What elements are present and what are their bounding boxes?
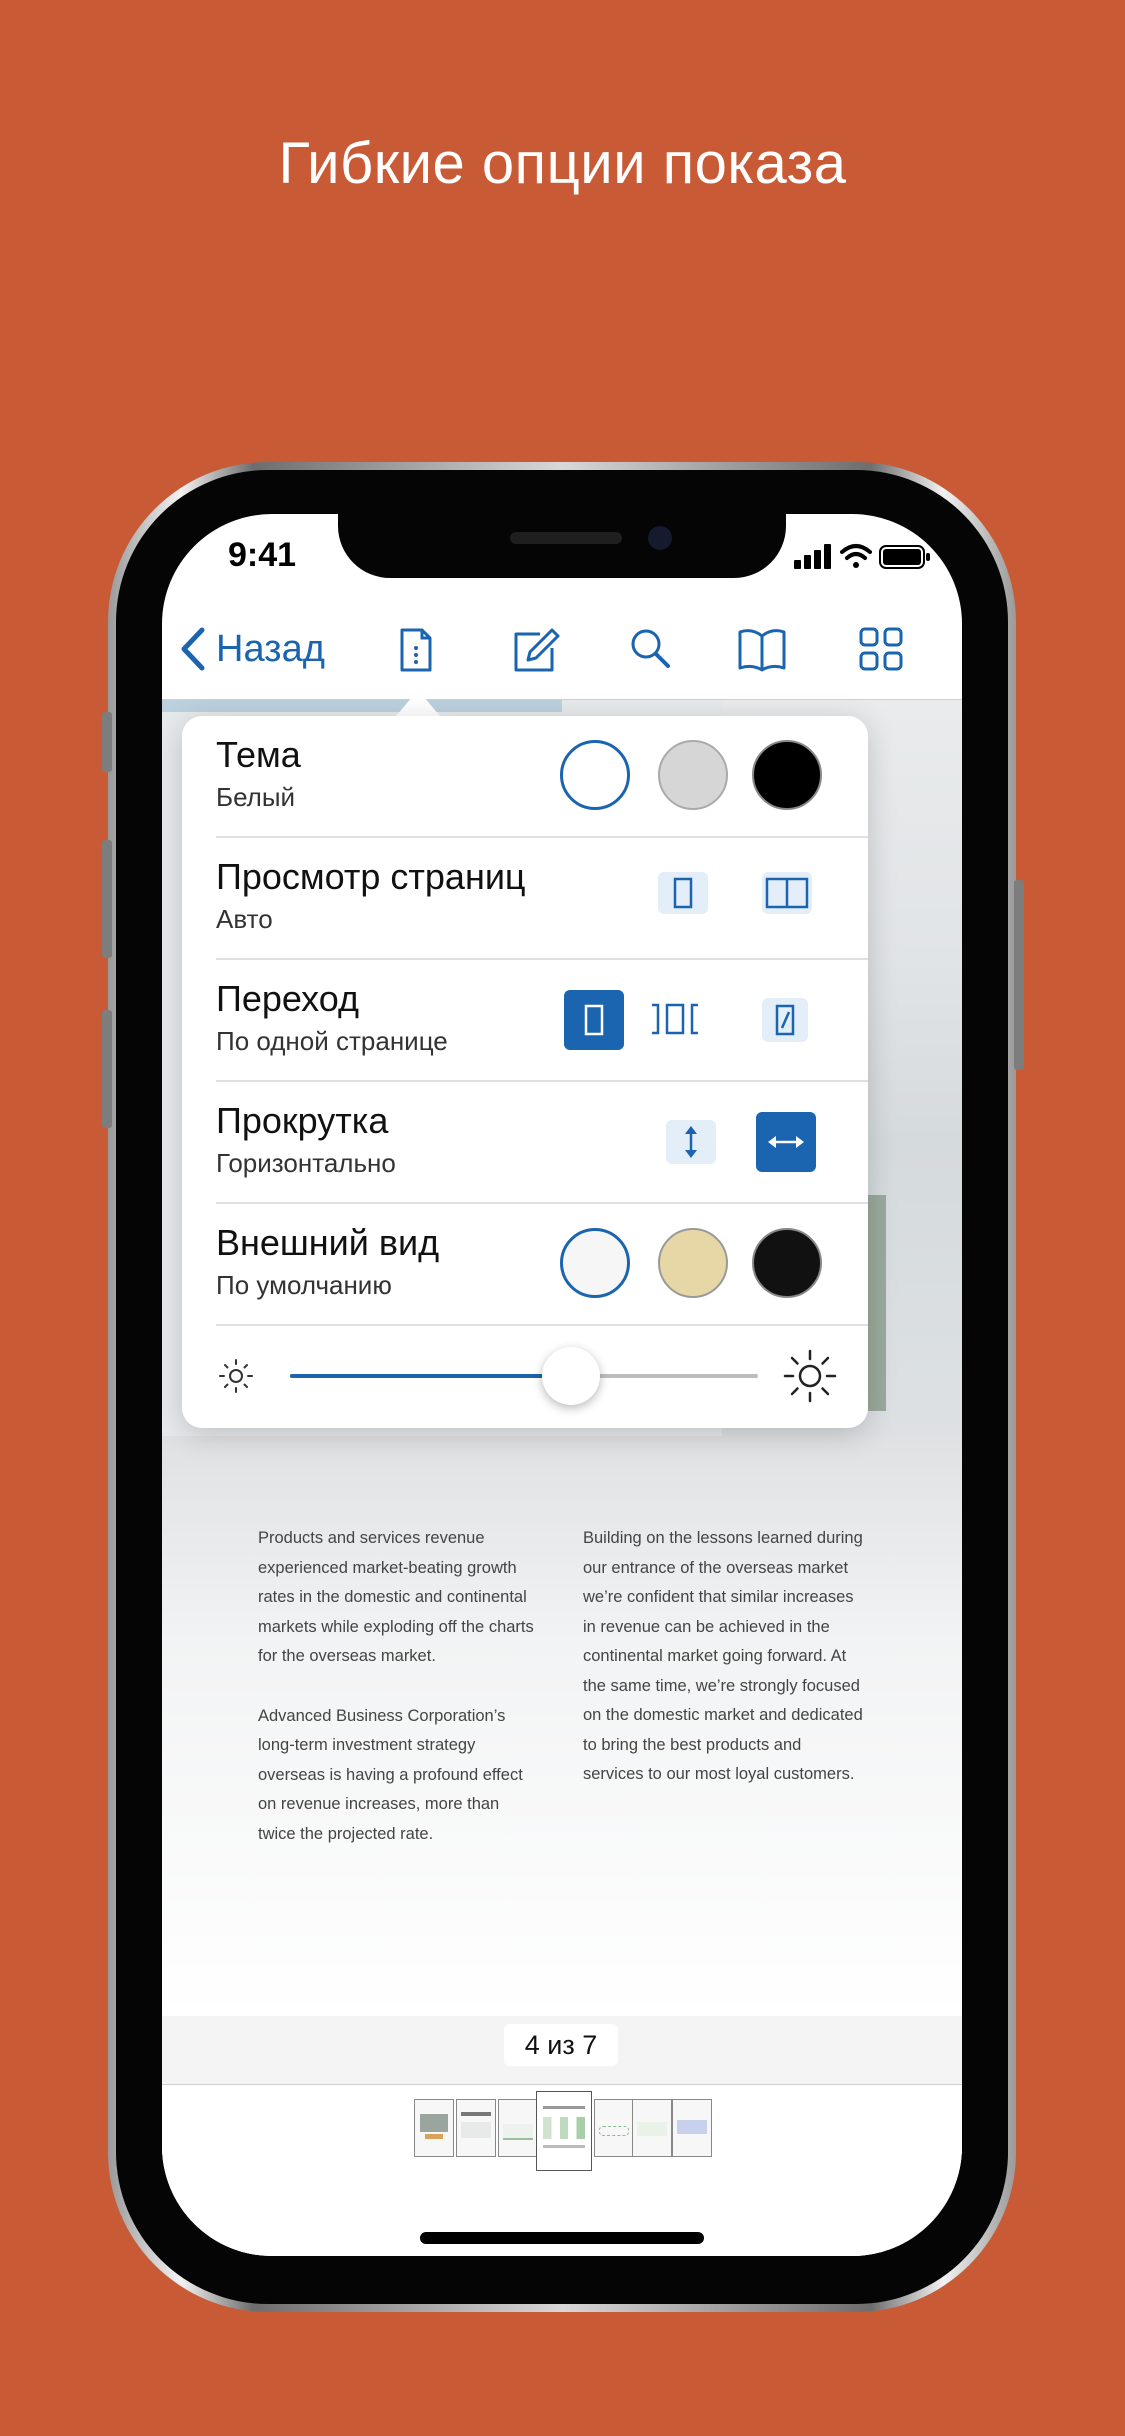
cellular-signal-icon bbox=[794, 544, 831, 569]
theme-white-option[interactable] bbox=[560, 740, 630, 810]
back-button[interactable]: Назад bbox=[178, 626, 325, 672]
single-page-icon bbox=[584, 1004, 604, 1036]
page-view-title: Просмотр страниц bbox=[216, 856, 526, 897]
wifi-icon bbox=[840, 544, 872, 568]
page-thumbnail[interactable] bbox=[672, 2099, 712, 2157]
page-thumbnail[interactable] bbox=[498, 2099, 538, 2157]
doc-paragraph: Products and services revenue experi­enc… bbox=[258, 1529, 534, 1665]
appearance-sepia-option[interactable] bbox=[658, 1228, 728, 1298]
theme-gray-option[interactable] bbox=[658, 740, 728, 810]
transition-title: Переход bbox=[216, 978, 359, 1019]
page-thumbnail[interactable] bbox=[632, 2099, 672, 2157]
page-thumbnail[interactable] bbox=[456, 2099, 496, 2157]
home-indicator bbox=[420, 2232, 704, 2244]
page-view-row: Просмотр страниц Авто bbox=[182, 838, 868, 960]
brightness-row bbox=[182, 1326, 868, 1428]
edit-icon[interactable] bbox=[510, 626, 562, 681]
volume-down-button bbox=[102, 1010, 112, 1128]
transition-value: По одной странице bbox=[216, 1026, 448, 1056]
search-icon[interactable] bbox=[628, 626, 672, 679]
camera bbox=[648, 526, 672, 550]
scroll-vertical-option[interactable] bbox=[666, 1120, 716, 1164]
theme-black-option[interactable] bbox=[752, 740, 822, 810]
chevron-left-icon bbox=[181, 627, 205, 671]
headline: Гибкие опции показа bbox=[278, 131, 847, 196]
scroll-horizontal-option[interactable] bbox=[756, 1112, 816, 1172]
scroll-value: Горизонтально bbox=[216, 1148, 396, 1178]
mute-switch bbox=[102, 712, 112, 772]
horizontal-arrows-icon bbox=[768, 1136, 804, 1148]
navigation-bar: Назад bbox=[162, 604, 962, 700]
theme-title: Тема bbox=[216, 734, 301, 775]
battery-icon bbox=[879, 545, 930, 569]
side-button bbox=[1014, 880, 1024, 1070]
doc-paragraph: Building on the lessons learned during o… bbox=[583, 1529, 863, 1783]
grid-icon[interactable] bbox=[858, 626, 904, 677]
scroll-title: Прокрутка bbox=[216, 1100, 389, 1141]
vertical-arrows-icon bbox=[685, 1126, 697, 1158]
page-thumbnail-current[interactable] bbox=[536, 2091, 592, 2171]
page-indicator: 4 из 7 bbox=[504, 2024, 618, 2066]
display-options-popover: Тема Белый Просмотр страниц Авто Переход… bbox=[182, 716, 868, 1428]
transition-page-curl-option[interactable] bbox=[762, 998, 808, 1042]
page-thumbnail[interactable] bbox=[414, 2099, 454, 2157]
theme-row: Тема Белый bbox=[182, 716, 868, 838]
appearance-black-option[interactable] bbox=[752, 1228, 822, 1298]
phone-screen: Products and services revenue experi­enc… bbox=[162, 514, 962, 2256]
brightness-low-icon bbox=[216, 1356, 256, 1401]
appearance-default-option[interactable] bbox=[560, 1228, 630, 1298]
notch bbox=[338, 514, 786, 578]
page-thumbnail[interactable] bbox=[594, 2099, 634, 2157]
continuous-pages-icon bbox=[652, 1003, 698, 1035]
thumbnail-strip bbox=[162, 2084, 962, 2256]
volume-up-button bbox=[102, 840, 112, 958]
popover-arrow bbox=[396, 690, 440, 716]
transition-single-page-option[interactable] bbox=[564, 990, 624, 1050]
status-icons bbox=[794, 542, 932, 577]
document-icon[interactable] bbox=[396, 626, 436, 679]
single-page-icon bbox=[673, 877, 693, 909]
page-curl-icon bbox=[775, 1004, 795, 1036]
single-page-view-option[interactable] bbox=[658, 872, 708, 914]
back-label: Назад bbox=[216, 627, 325, 670]
brightness-high-icon bbox=[782, 1348, 838, 1409]
appearance-title: Внешний вид bbox=[216, 1222, 440, 1263]
brightness-slider[interactable] bbox=[290, 1347, 758, 1405]
scroll-row: Прокрутка Горизонтально bbox=[182, 1082, 868, 1204]
brightness-slider-thumb[interactable] bbox=[541, 1347, 600, 1405]
transition-row: Переход По одной странице bbox=[182, 960, 868, 1082]
book-icon[interactable] bbox=[736, 626, 788, 679]
doc-paragraph: Advanced Business Corporation’s long-ter… bbox=[258, 1706, 523, 1843]
brightness-slider-fill bbox=[290, 1374, 571, 1378]
appearance-value: По умолчанию bbox=[216, 1270, 392, 1300]
status-time: 9:41 bbox=[228, 536, 297, 574]
two-page-icon bbox=[765, 877, 809, 909]
page-view-value: Авто bbox=[216, 904, 273, 934]
theme-value: Белый bbox=[216, 782, 296, 812]
speaker bbox=[510, 532, 622, 544]
transition-scroll-option[interactable] bbox=[648, 994, 702, 1044]
two-page-view-option[interactable] bbox=[762, 872, 812, 914]
appearance-row: Внешний вид По умолчанию bbox=[182, 1204, 868, 1326]
